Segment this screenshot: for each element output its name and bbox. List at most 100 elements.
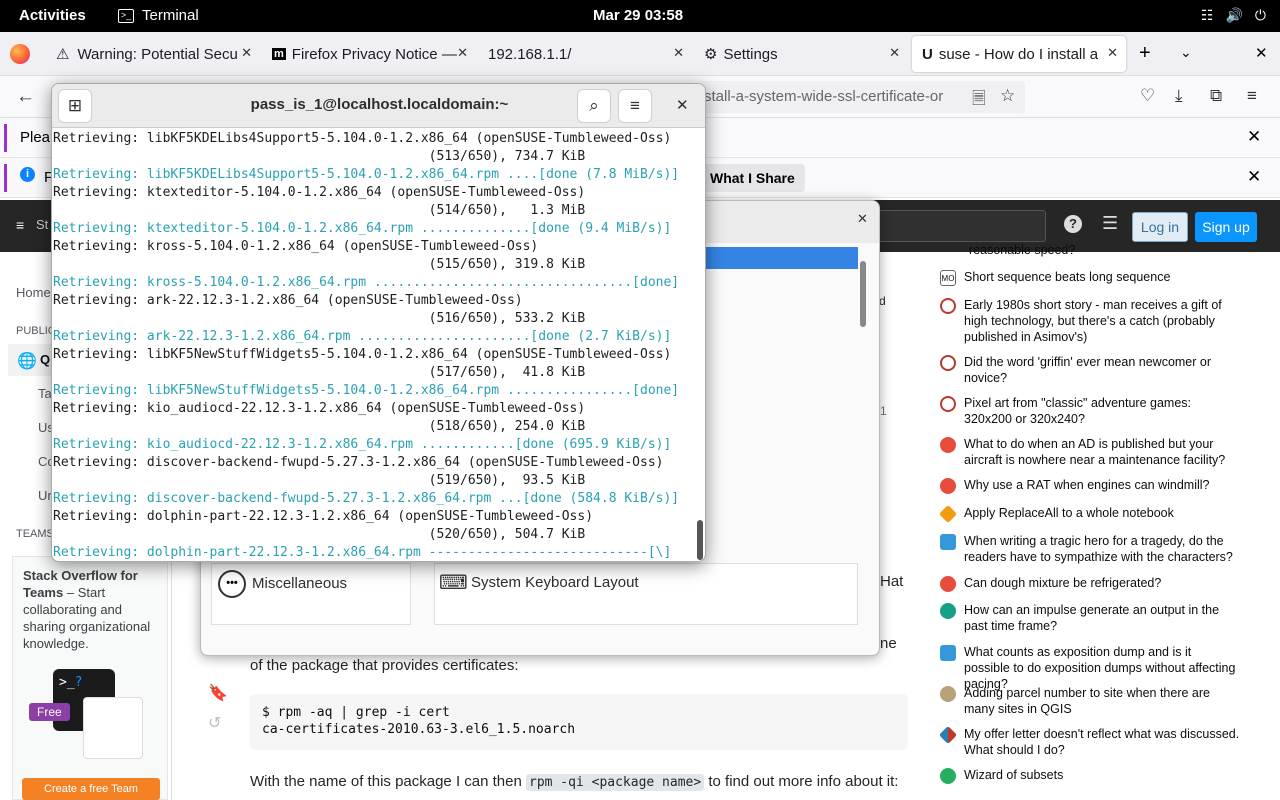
- hot-question-item[interactable]: What to do when an AD is published but y…: [940, 436, 1240, 468]
- close-icon[interactable]: ✕: [1247, 127, 1261, 147]
- terminal-output[interactable]: Retrieving: libKF5KDELibs4Support5-5.104…: [53, 130, 693, 561]
- selected-row[interactable]: [706, 247, 858, 269]
- so-logo-text[interactable]: St: [36, 217, 48, 232]
- hot-question-item[interactable]: Pixel art from "classic" adventure games…: [940, 395, 1240, 427]
- hot-question-title: How can an impulse generate an output in…: [964, 603, 1220, 633]
- pocket-icon[interactable]: ♡: [1140, 86, 1155, 106]
- terminal-line: Retrieving: kio_audiocd-22.12.3-1.2.x86_…: [53, 437, 672, 452]
- back-arrow-icon[interactable]: ←: [16, 86, 35, 108]
- post-fragment: ne: [880, 635, 897, 652]
- close-icon[interactable]: ✕: [857, 211, 868, 227]
- close-icon[interactable]: ✕: [1247, 167, 1261, 187]
- electronics-site-icon: [940, 603, 956, 619]
- writing-site-icon: [940, 645, 956, 661]
- so-search-input[interactable]: [870, 210, 1046, 242]
- hot-question-item[interactable]: How can an impulse generate an output in…: [940, 602, 1240, 634]
- misc-tile[interactable]: ••• Miscellaneous: [211, 563, 411, 625]
- hot-question-item[interactable]: Why use a RAT when engines can windmill?: [940, 477, 1240, 494]
- terminal-line: Retrieving: libKF5NewStuffWidgets5-5.104…: [53, 347, 672, 362]
- new-tab-icon[interactable]: +: [1139, 42, 1151, 65]
- hot-question-item[interactable]: Did the word 'griffin' ever mean newcome…: [940, 354, 1240, 386]
- close-tab-icon[interactable]: ✕: [241, 45, 252, 61]
- downloads-icon[interactable]: ⤓: [1175, 86, 1183, 106]
- app-menu-terminal[interactable]: >_ Terminal: [118, 7, 199, 24]
- login-button[interactable]: Log in: [1132, 212, 1188, 242]
- signup-button[interactable]: Sign up: [1195, 212, 1257, 242]
- terminal-line: Retrieving: libKF5KDELibs4Support5-5.104…: [53, 167, 680, 182]
- gnome-top-bar: Activities >_ Terminal Mar 29 03:58 ☷ 🔊 …: [0, 0, 1280, 32]
- terminal-line: Retrieving: kross-5.104.0-1.2.x86_64 (op…: [53, 239, 539, 254]
- hot-question-item[interactable]: Wizard of subsets: [940, 767, 1240, 784]
- unix-se-icon: U: [922, 45, 933, 63]
- nav-tags[interactable]: Ta: [38, 386, 52, 401]
- help-icon[interactable]: ?: [1064, 215, 1082, 233]
- chevron-down-icon[interactable]: ⌄: [1180, 44, 1192, 61]
- terminal-scrollbar[interactable]: [697, 520, 703, 560]
- search-button[interactable]: ⌕: [577, 89, 611, 123]
- workplace-site-icon: [938, 725, 958, 745]
- bookmark-star-icon[interactable]: ☆: [1000, 86, 1015, 106]
- keyboard-layout-tile[interactable]: ⌨ System Keyboard Layout: [434, 563, 858, 625]
- close-tab-icon[interactable]: ✕: [673, 45, 684, 61]
- nav-teams-heading: TEAMS: [16, 528, 54, 540]
- writing-site-icon: [940, 534, 956, 550]
- free-badge: Free: [29, 703, 70, 721]
- hot-question-item[interactable]: Can dough mixture be refrigerated?: [940, 575, 1240, 592]
- firefox-logo-icon[interactable]: [10, 44, 30, 64]
- system-tray[interactable]: ☷ 🔊 ⏻: [1201, 7, 1266, 24]
- history-icon[interactable]: ↺: [208, 713, 221, 733]
- keyboard-icon: ⌨: [439, 572, 468, 594]
- aviation-site-icon: [940, 478, 956, 494]
- hamburger-menu-icon[interactable]: ≡: [1247, 86, 1257, 106]
- site-switcher-icon[interactable]: ☰: [1102, 213, 1118, 234]
- create-team-button[interactable]: Create a free Team: [22, 778, 160, 800]
- hot-question-title: Adding parcel number to site when there …: [964, 686, 1210, 716]
- hot-question-item[interactable]: MO Short sequence beats long sequence: [940, 269, 1240, 286]
- terminal-line: (520/650), 504.7 KiB: [53, 527, 586, 542]
- extensions-icon[interactable]: ⧉: [1210, 86, 1222, 106]
- hot-question-title: What to do when an AD is published but y…: [964, 437, 1226, 467]
- tab-settings[interactable]: ⚙ Settings ✕: [694, 36, 908, 72]
- tab-router[interactable]: 192.168.1.1/ ✕: [478, 36, 692, 72]
- scrollbar-thumb[interactable]: [860, 261, 866, 327]
- terminal-line: Retrieving: libKF5NewStuffWidgets5-5.104…: [53, 383, 680, 398]
- tab-suse-question[interactable]: U suse - How do I install a ✕: [912, 36, 1126, 72]
- hot-question-item[interactable]: Apply ReplaceAll to a whole notebook: [938, 504, 1240, 524]
- checklist-illustration-icon: [83, 697, 143, 759]
- hot-question-item[interactable]: Early 1980s short story - man receives a…: [940, 297, 1240, 345]
- what-i-share-button[interactable]: What I Share: [700, 164, 805, 192]
- close-tab-icon[interactable]: ✕: [457, 45, 468, 61]
- volume-icon: 🔊: [1225, 7, 1243, 23]
- hot-question-partial[interactable]: reasonable speed?: [969, 243, 1075, 257]
- bookmark-icon[interactable]: 🔖: [208, 683, 228, 703]
- close-icon[interactable]: ✕: [676, 96, 689, 114]
- mozilla-icon: m: [272, 48, 286, 60]
- terminal-line: (517/650), 41.8 KiB: [53, 365, 586, 380]
- tab-warning[interactable]: ⚠ Warning: Potential Secu ✕: [46, 36, 260, 72]
- terminal-line: (519/650), 93.5 KiB: [53, 473, 586, 488]
- activities-button[interactable]: Activities: [19, 7, 86, 24]
- code-line: ca-certificates-2010.63-3.el6_1.5.noarch: [262, 722, 576, 737]
- hot-question-item[interactable]: My offer letter doesn't reflect what was…: [938, 725, 1240, 758]
- close-tab-icon[interactable]: ✕: [1107, 45, 1118, 61]
- hot-question-item[interactable]: When writing a tragic hero for a tragedy…: [940, 533, 1240, 565]
- power-icon: ⏻: [1254, 7, 1266, 23]
- hot-question-item[interactable]: Adding parcel number to site when there …: [940, 685, 1240, 717]
- hot-question-title: Short sequence beats long sequence: [964, 270, 1171, 284]
- reader-view-icon[interactable]: 🗏: [972, 86, 986, 115]
- hamburger-icon[interactable]: ≡: [16, 217, 24, 233]
- tab-privacy-notice[interactable]: m Firefox Privacy Notice — ✕: [262, 36, 476, 72]
- code-line: $ rpm -aq | grep -i cert: [262, 705, 450, 720]
- inline-code: rpm -qi <package name>: [526, 774, 705, 791]
- close-tab-icon[interactable]: ✕: [889, 45, 900, 61]
- clock[interactable]: Mar 29 03:58: [593, 7, 683, 24]
- notif-accent: [4, 164, 7, 192]
- aviation-site-icon: [940, 437, 956, 453]
- post-text: With the name of this package I can then: [250, 773, 526, 790]
- code-block: $ rpm -aq | grep -i cert ca-certificates…: [250, 694, 908, 750]
- misc-label: Miscellaneous: [252, 575, 348, 592]
- nav-home[interactable]: Home: [16, 285, 51, 300]
- terminal-window: ⊞ pass_is_1@localhost.localdomain:~ ⌕ ≡ …: [51, 83, 706, 562]
- close-window-icon[interactable]: ✕: [1255, 44, 1268, 62]
- menu-button[interactable]: ≡: [618, 89, 652, 123]
